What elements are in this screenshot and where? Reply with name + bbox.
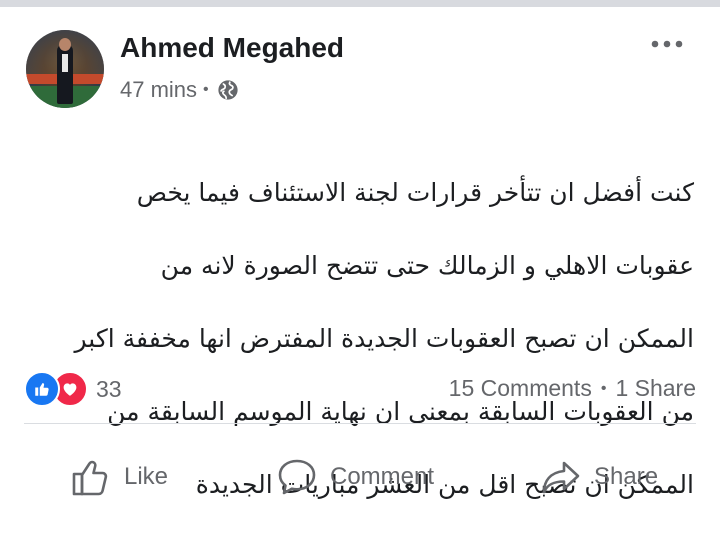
post-time[interactable]: 47 mins bbox=[120, 77, 197, 103]
actions-divider bbox=[24, 423, 696, 424]
post-text-line: كنت أفضل ان تتأخر قرارات لجنة الاستئناف … bbox=[136, 177, 694, 207]
comment-label: Comment bbox=[330, 463, 435, 490]
share-button[interactable]: Share bbox=[540, 456, 658, 498]
thumbs-up-icon bbox=[72, 460, 108, 496]
more-options-icon[interactable] bbox=[649, 30, 689, 58]
like-button[interactable]: Like bbox=[70, 456, 168, 498]
shares-count-link[interactable]: 1 Share bbox=[615, 375, 696, 402]
comment-button[interactable]: Comment bbox=[276, 456, 434, 498]
avatar[interactable] bbox=[26, 30, 104, 108]
post-text-line: عقوبات الاهلي و الزمالك حتى تتضح الصورة … bbox=[160, 250, 694, 280]
engagement-stats: 15 Comments • 1 Share bbox=[449, 375, 696, 402]
stats-separator: • bbox=[600, 379, 607, 397]
post-text-line: الممكن ان تصبح العقوبات الجديدة المفترض … bbox=[74, 323, 694, 353]
post-meta: 47 mins • bbox=[120, 77, 239, 103]
like-label: Like bbox=[124, 463, 169, 490]
reactions-summary[interactable]: 33 bbox=[24, 371, 122, 407]
comment-bubble-icon bbox=[278, 459, 316, 495]
comments-count-link[interactable]: 15 Comments bbox=[449, 375, 592, 402]
avatar-shirt bbox=[62, 54, 68, 72]
author-name[interactable]: Ahmed Megahed bbox=[120, 32, 344, 64]
share-arrow-icon bbox=[542, 461, 580, 494]
meta-separator: • bbox=[203, 81, 209, 98]
avatar-person bbox=[57, 44, 73, 104]
like-reaction-icon bbox=[24, 371, 60, 407]
reaction-count: 33 bbox=[96, 375, 122, 402]
globe-icon[interactable] bbox=[217, 79, 239, 101]
avatar-head bbox=[59, 38, 71, 51]
top-separator-bar bbox=[0, 0, 720, 7]
share-label: Share bbox=[594, 463, 659, 490]
